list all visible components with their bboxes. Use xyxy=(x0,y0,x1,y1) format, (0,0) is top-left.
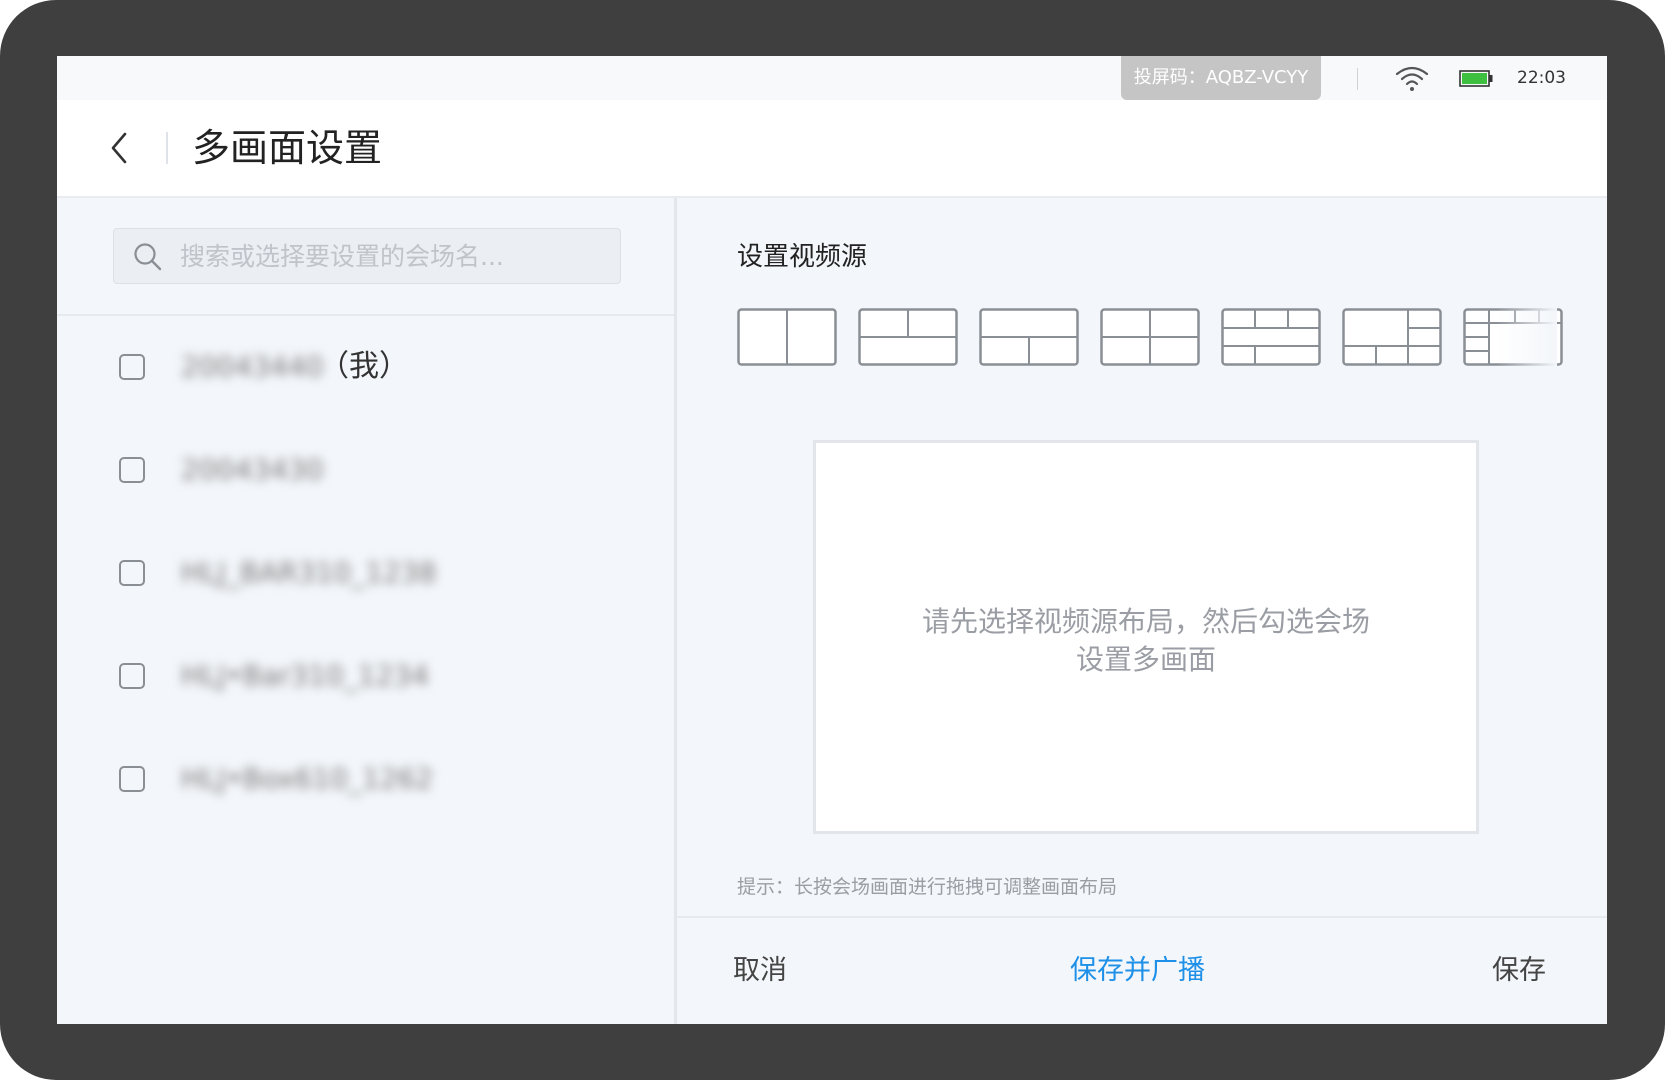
layout-4-grid-icon[interactable] xyxy=(1100,308,1200,366)
venue-self-suffix: （我） xyxy=(319,349,409,384)
list-item[interactable]: 20043430 xyxy=(57,419,674,522)
layout-panel: 设置视频源 请先选择视频源布局，然后勾选会场 设置多画面 提示：长按会场画面进行… xyxy=(677,198,1607,1024)
venue-panel: 20043440 （我） 20043430 HLJ_BAR310_1238 HL… xyxy=(57,198,677,1024)
battery-icon xyxy=(1459,70,1493,87)
layout-2-split-icon[interactable] xyxy=(737,308,837,366)
list-item[interactable]: HLJ•Bar310_1234 xyxy=(57,625,674,728)
layout-3-top-split-icon[interactable] xyxy=(858,308,958,366)
preview-message-line2: 设置多画面 xyxy=(1075,643,1216,676)
search-input[interactable] xyxy=(180,229,600,283)
status-divider xyxy=(1357,68,1358,90)
device-frame: 投屏码：AQBZ-VCYY 22:03 多画面设置 搜索或选择要设置的会场名..… xyxy=(0,0,1665,1080)
save-button[interactable]: 保存 xyxy=(1492,948,1546,987)
preview-message-line1: 请先选择视频源布局，然后勾选会场 xyxy=(921,605,1370,638)
venue-name: HLJ•Box610_1262 xyxy=(181,762,434,795)
cancel-button[interactable]: 取消 xyxy=(733,948,787,987)
section-title: 设置视频源 xyxy=(737,242,868,272)
venue-name: 20043440 xyxy=(181,350,324,383)
wifi-icon xyxy=(1395,66,1429,91)
venue-list: 20043440 （我） 20043430 HLJ_BAR310_1238 HL… xyxy=(57,316,674,831)
multi-screen-preview[interactable]: 请先选择视频源布局，然后勾选会场 设置多画面 xyxy=(813,440,1479,834)
search-icon xyxy=(134,243,162,271)
list-item[interactable]: 20043440 （我） xyxy=(57,316,674,419)
layout-3-bottom-split-icon[interactable] xyxy=(979,308,1079,366)
back-chevron-icon[interactable] xyxy=(105,124,135,172)
venue-name: HLJ•Bar310_1234 xyxy=(181,659,430,692)
list-item[interactable]: HLJ_BAR310_1238 xyxy=(57,522,674,625)
venue-checkbox[interactable] xyxy=(119,663,145,689)
status-time: 22:03 xyxy=(1517,68,1566,88)
venue-checkbox[interactable] xyxy=(119,560,145,586)
drag-hint: 提示：长按会场画面进行拖拽可调整画面布局 xyxy=(737,876,1118,898)
venue-name: 20043430 xyxy=(181,453,324,486)
layout-options xyxy=(737,308,1563,372)
preview-message: 请先选择视频源布局，然后勾选会场 设置多画面 xyxy=(816,603,1476,679)
search-box[interactable] xyxy=(113,228,621,284)
page-title: 多画面设置 xyxy=(192,126,383,170)
header-divider xyxy=(166,132,168,164)
venue-checkbox[interactable] xyxy=(119,354,145,380)
venue-checkbox[interactable] xyxy=(119,457,145,483)
app-header: 多画面设置 xyxy=(57,100,1607,198)
screen: 投屏码：AQBZ-VCYY 22:03 多画面设置 搜索或选择要设置的会场名..… xyxy=(57,56,1607,1024)
action-footer: 取消 保存并广播 保存 xyxy=(677,916,1607,1024)
save-and-broadcast-button[interactable]: 保存并广播 xyxy=(1070,948,1205,987)
list-item[interactable]: HLJ•Box610_1262 xyxy=(57,728,674,831)
status-bar: 投屏码：AQBZ-VCYY 22:03 xyxy=(57,56,1607,100)
layout-5-split-icon[interactable] xyxy=(1221,308,1321,366)
venue-checkbox[interactable] xyxy=(119,766,145,792)
cast-code-badge: 投屏码：AQBZ-VCYY xyxy=(1121,56,1321,100)
layout-6-split-icon[interactable] xyxy=(1342,308,1442,366)
scroll-fade xyxy=(1497,308,1557,372)
venue-name: HLJ_BAR310_1238 xyxy=(181,556,437,589)
